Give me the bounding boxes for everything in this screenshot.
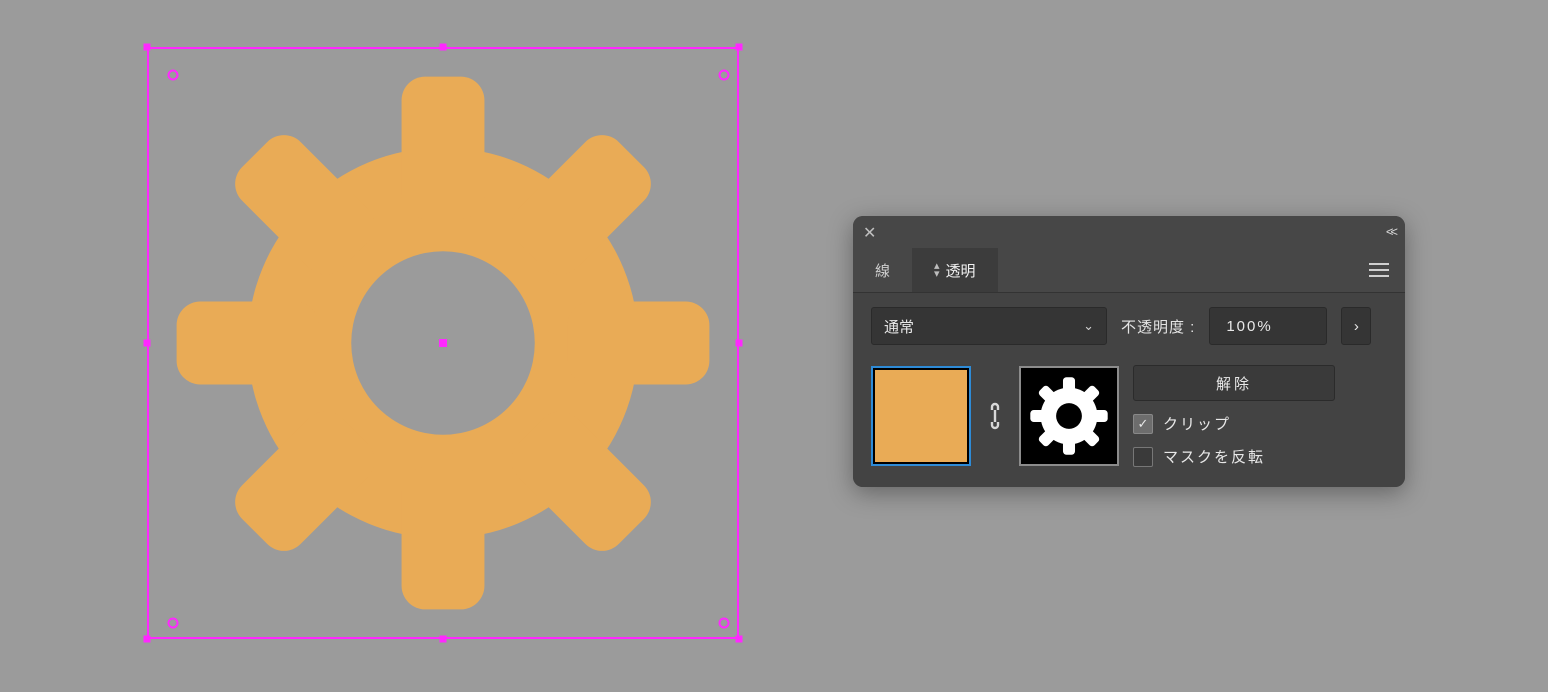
collapse-icon[interactable]: <<	[1386, 224, 1395, 239]
corner-anchor-bl[interactable]	[168, 618, 179, 629]
blend-mode-value: 通常	[884, 316, 914, 337]
resize-handle-tl[interactable]	[144, 44, 151, 51]
resize-handle-bm[interactable]	[440, 636, 447, 643]
clip-label: クリップ	[1163, 413, 1231, 434]
sort-arrows-icon: ▴▾	[934, 262, 940, 278]
opacity-value: 100%	[1226, 318, 1272, 335]
menu-icon	[1369, 269, 1389, 271]
tab-stroke[interactable]: 線	[853, 248, 912, 292]
canvas-selected-object[interactable]	[147, 47, 739, 639]
close-icon[interactable]: ✕	[863, 223, 876, 243]
resize-handle-br[interactable]	[736, 636, 743, 643]
resize-handle-tr[interactable]	[736, 44, 743, 51]
mask-thumbnail[interactable]	[1019, 366, 1119, 466]
tab-label: 透明	[946, 260, 976, 281]
button-label: 解除	[1216, 373, 1252, 394]
gear-icon	[1026, 373, 1112, 459]
panel-menu-button[interactable]	[1353, 248, 1405, 292]
center-point[interactable]	[439, 339, 447, 347]
chevron-right-icon: ›	[1354, 318, 1359, 335]
link-icon[interactable]	[985, 401, 1005, 431]
invert-mask-checkbox[interactable]	[1133, 447, 1153, 467]
opacity-flyout-button[interactable]: ›	[1341, 307, 1371, 345]
opacity-label: 不透明度 :	[1121, 316, 1195, 337]
tab-transparency[interactable]: ▴▾ 透明	[912, 248, 998, 292]
resize-handle-tm[interactable]	[440, 44, 447, 51]
panel-body: 通常 ⌄ 不透明度 : 100% ›	[853, 293, 1405, 487]
corner-anchor-br[interactable]	[719, 618, 730, 629]
resize-handle-ml[interactable]	[144, 340, 151, 347]
clip-checkbox[interactable]	[1133, 414, 1153, 434]
panel-titlebar[interactable]: ✕ <<	[853, 216, 1405, 248]
blend-mode-select[interactable]: 通常 ⌄	[871, 307, 1107, 345]
resize-handle-bl[interactable]	[144, 636, 151, 643]
panel-tabs: 線 ▴▾ 透明	[853, 248, 1405, 293]
chevron-down-icon: ⌄	[1083, 318, 1094, 334]
tab-label: 線	[875, 260, 890, 281]
corner-anchor-tl[interactable]	[168, 70, 179, 81]
invert-mask-label: マスクを反転	[1163, 446, 1265, 467]
opacity-input[interactable]: 100%	[1209, 307, 1327, 345]
corner-anchor-tr[interactable]	[719, 70, 730, 81]
resize-handle-mr[interactable]	[736, 340, 743, 347]
artwork-thumbnail[interactable]	[871, 366, 971, 466]
release-mask-button[interactable]: 解除	[1133, 365, 1335, 401]
transparency-panel: ✕ << 線 ▴▾ 透明 通常 ⌄ 不透明度 : 100% ›	[853, 216, 1405, 487]
